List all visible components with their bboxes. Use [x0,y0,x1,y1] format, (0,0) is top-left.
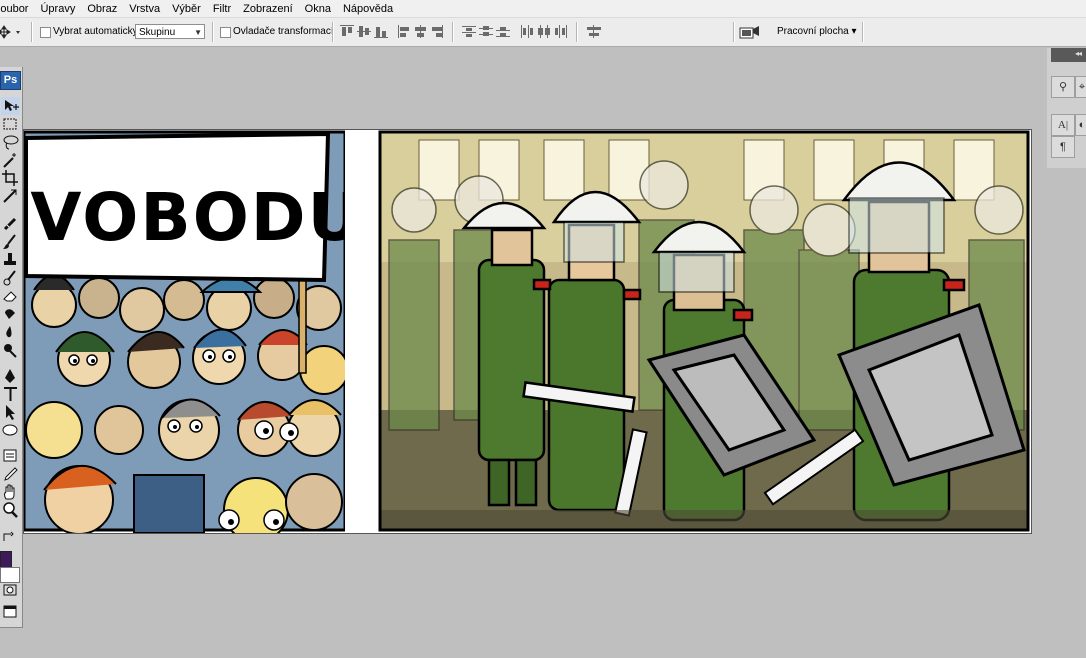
panel-gutter [345,130,379,533]
magic-wand-tool-icon[interactable] [1,151,20,169]
blur-tool-icon[interactable] [1,323,20,341]
align-top-icon[interactable] [340,25,354,38]
menu-filter[interactable]: Filtr [207,3,237,15]
menu-image[interactable]: Obraz [81,3,123,15]
auto-align-layers-icon[interactable] [587,25,601,38]
menu-bar: Soubor Úpravy Obraz Vrstva Výběr Filtr Z… [0,0,1086,18]
crowd-panel: SVOBODU [24,130,363,533]
police-panel [378,130,1030,532]
lasso-tool-icon[interactable] [1,133,20,151]
separator [452,22,454,42]
distribute-top-icon[interactable] [462,25,476,38]
tools-panel: Ps [0,67,23,628]
panel-dock: ◂◂ ⚲ ⌖ A| ¶ ◐ [1047,48,1086,168]
dock-header[interactable]: ◂◂ [1051,48,1086,62]
separator [576,22,578,42]
menu-layer[interactable]: Vrstva [123,3,166,15]
separator [31,22,33,42]
hand-tool-icon[interactable] [1,483,20,501]
photoshop-logo: Ps [0,71,21,90]
menu-help[interactable]: Nápověda [337,3,399,15]
transform-controls-checkbox[interactable] [220,27,231,38]
slice-tool-icon[interactable] [1,187,20,205]
zoom-tool-icon[interactable] [1,501,20,519]
auto-select-checkbox[interactable] [40,27,51,38]
menu-edit[interactable]: Úpravy [34,3,81,15]
distribute-right-icon[interactable] [554,25,568,38]
transform-controls-label: Ovladače transformací [233,26,334,37]
menu-file[interactable]: Soubor [0,3,34,15]
quick-mask-icon[interactable] [1,581,20,599]
path-selection-tool-icon[interactable] [1,403,20,421]
separator [212,22,214,42]
notes-tool-icon[interactable] [1,447,20,465]
align-vcenter-icon[interactable] [357,25,371,38]
auto-select-dropdown[interactable]: Skupinu ▼ [135,24,205,39]
character-panel-icon[interactable]: A| [1051,114,1075,136]
menu-select[interactable]: Výběr [166,3,207,15]
history-panel-icon[interactable]: ⌖ [1075,76,1086,98]
workspace-dropdown[interactable]: Pracovní plocha ▾ [777,26,857,37]
align-right-icon[interactable] [430,25,444,38]
align-bottom-icon[interactable] [374,25,388,38]
eraser-tool-icon[interactable] [1,287,20,305]
pen-tool-icon[interactable] [1,367,20,385]
document-canvas[interactable]: SVOBODU [23,129,1032,534]
distribute-bottom-icon[interactable] [496,25,510,38]
shape-tool-icon[interactable] [1,421,20,439]
move-tool-icon[interactable] [1,97,20,115]
eyedropper-tool-icon[interactable] [1,465,20,483]
auto-select-label: Vybrat automaticky: [53,26,141,37]
collapse-icon[interactable]: ◂◂ [1075,49,1082,58]
protest-sign-text: SVOBODU [24,179,363,256]
distribute-vcenter-icon[interactable] [479,25,493,38]
marquee-tool-icon[interactable] [1,115,20,133]
menu-window[interactable]: Okna [299,3,337,15]
paragraph-panel-icon[interactable]: ¶ [1051,136,1075,158]
layers-panel-icon[interactable]: ◐ [1075,114,1086,136]
workspace-icon[interactable] [739,25,761,39]
align-hcenter-icon[interactable] [414,25,428,38]
separator [332,22,334,42]
separator [733,22,735,42]
swap-colors-icon[interactable] [1,529,20,545]
history-brush-tool-icon[interactable] [1,269,20,287]
healing-brush-tool-icon[interactable] [1,215,20,233]
align-left-icon[interactable] [398,25,412,38]
move-tool-preset-icon[interactable] [0,24,22,40]
distribute-left-icon[interactable] [520,25,534,38]
menu-view[interactable]: Zobrazení [237,3,299,15]
screen-mode-icon[interactable] [1,603,20,621]
dodge-tool-icon[interactable] [1,341,20,359]
comic-artwork: SVOBODU [24,130,1030,533]
auto-select-value: Skupinu [139,27,176,38]
brush-tool-icon[interactable] [1,233,20,251]
type-tool-icon[interactable] [1,385,20,403]
distribute-hcenter-icon[interactable] [537,25,551,38]
chevron-down-icon: ▼ [194,28,202,37]
navigator-panel-icon[interactable]: ⚲ [1051,76,1075,98]
crop-tool-icon[interactable] [1,169,20,187]
gradient-tool-icon[interactable] [1,305,20,323]
clone-stamp-tool-icon[interactable] [1,251,20,269]
separator [862,22,864,42]
options-bar: Vybrat automaticky: Skupinu ▼ Ovladače t… [0,18,1086,47]
